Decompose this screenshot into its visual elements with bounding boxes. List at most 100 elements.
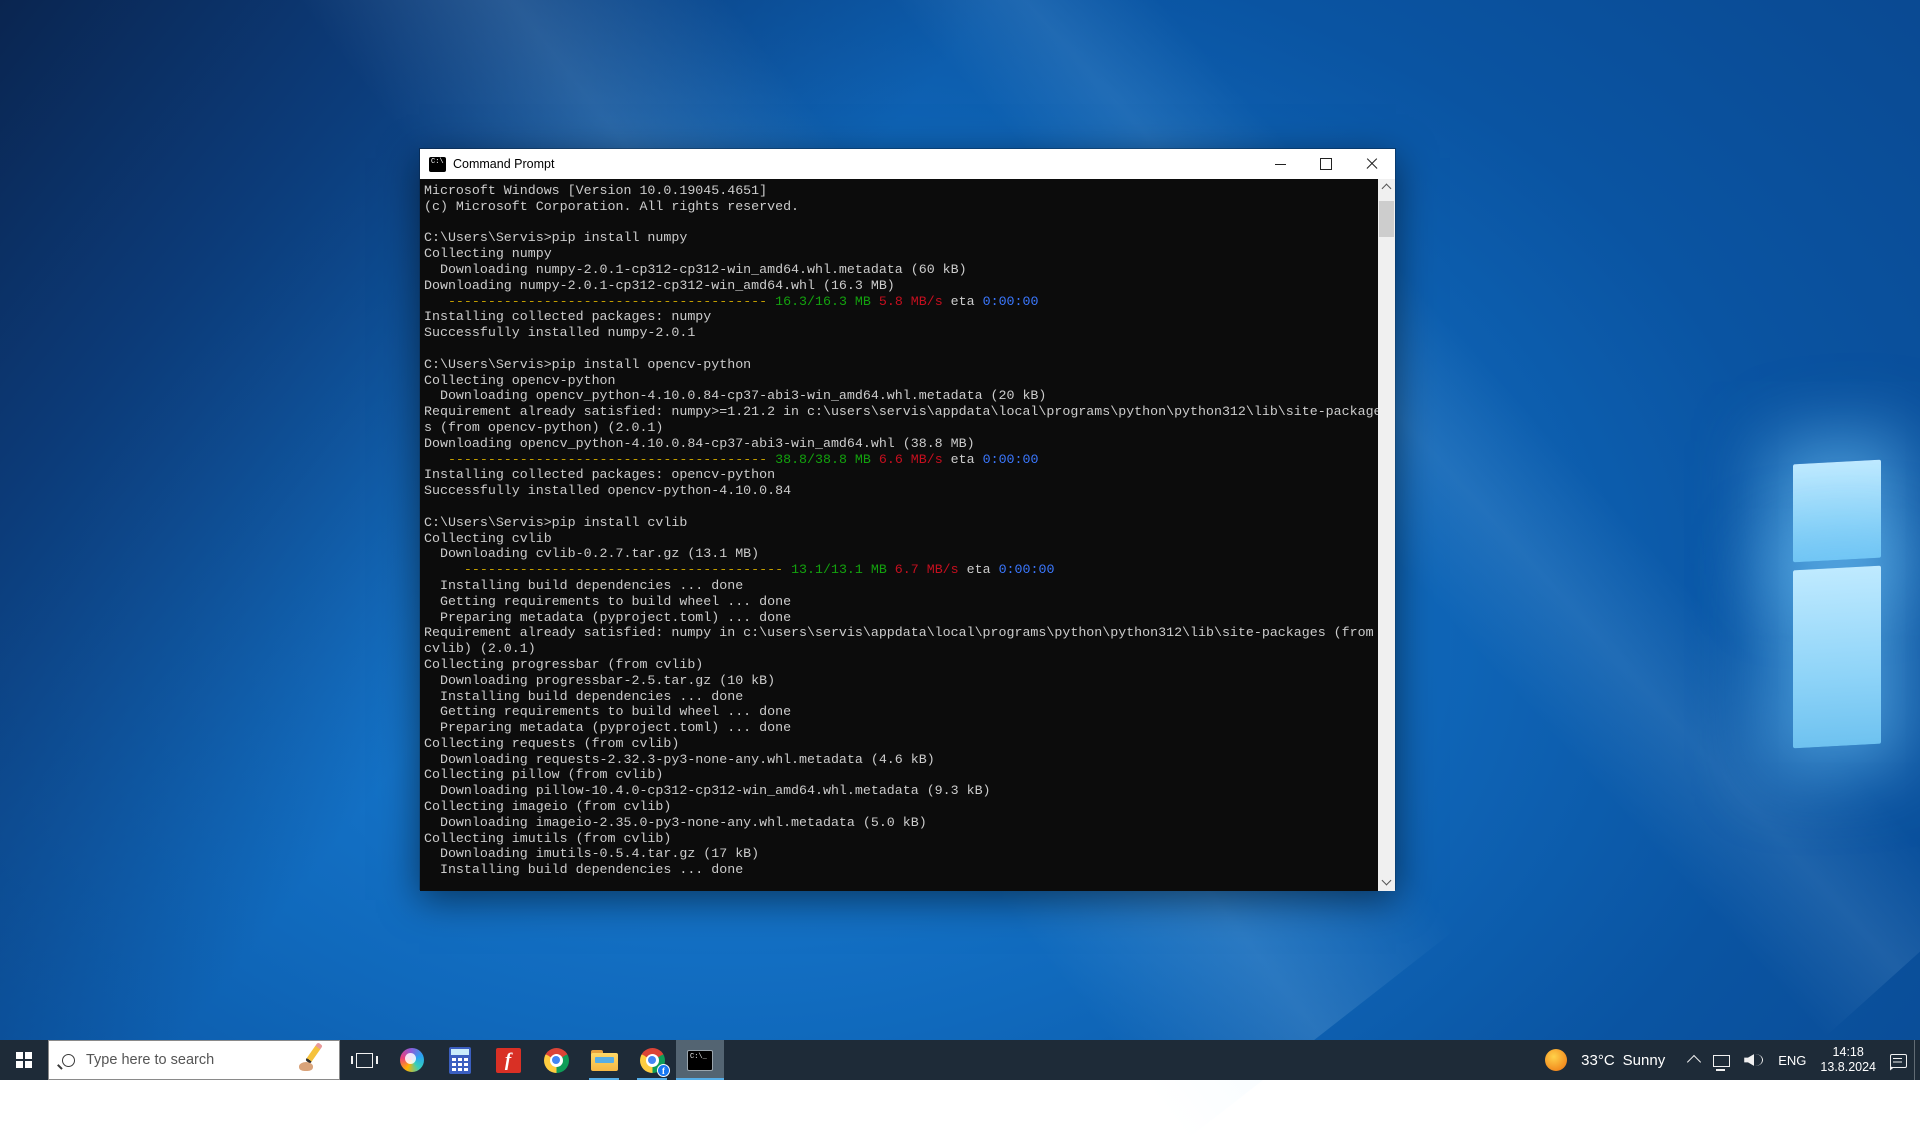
language-label: ENG bbox=[1778, 1053, 1806, 1068]
terminal-line: Collecting pillow (from cvlib) bbox=[424, 767, 1374, 783]
maximize-icon[interactable] bbox=[1303, 149, 1349, 179]
action-center-icon bbox=[1890, 1054, 1907, 1068]
file-explorer-icon bbox=[591, 1050, 618, 1071]
terminal-line: Getting requirements to build wheel ... … bbox=[424, 704, 1374, 720]
terminal-line: Requirement already satisfied: numpy>=1.… bbox=[424, 404, 1374, 420]
window-titlebar[interactable]: Command Prompt bbox=[420, 149, 1395, 179]
taskbar-app-file-explorer[interactable] bbox=[580, 1040, 628, 1080]
terminal-line: Installing collected packages: numpy bbox=[424, 309, 1374, 325]
console-area[interactable]: Microsoft Windows [Version 10.0.19045.46… bbox=[420, 179, 1395, 891]
terminal-line: Downloading cvlib-0.2.7.tar.gz (13.1 MB) bbox=[424, 546, 1374, 562]
system-tray: 33°C Sunny ENG 14:18 13.8.2024 bbox=[1538, 1040, 1920, 1080]
chrome-icon bbox=[544, 1048, 569, 1073]
terminal-line: Downloading opencv_python-4.10.0.84-cp37… bbox=[424, 436, 1374, 452]
vertical-scrollbar[interactable] bbox=[1378, 179, 1395, 891]
scroll-up-icon[interactable] bbox=[1378, 179, 1395, 196]
scroll-down-icon[interactable] bbox=[1378, 874, 1395, 891]
terminal-output: Microsoft Windows [Version 10.0.19045.46… bbox=[424, 183, 1374, 878]
terminal-line: Successfully installed numpy-2.0.1 bbox=[424, 325, 1374, 341]
terminal-line: Installing collected packages: opencv-py… bbox=[424, 467, 1374, 483]
terminal-line: cvlib) (2.0.1) bbox=[424, 641, 1374, 657]
weather-widget[interactable] bbox=[1538, 1040, 1574, 1080]
terminal-line: Collecting opencv-python bbox=[424, 373, 1374, 389]
terminal-line: s (from opencv-python) (2.0.1) bbox=[424, 420, 1374, 436]
weather-sun-icon bbox=[1545, 1049, 1567, 1071]
task-view-button[interactable] bbox=[340, 1040, 388, 1080]
chevron-up-icon bbox=[1687, 1055, 1701, 1069]
terminal-line: Collecting cvlib bbox=[424, 531, 1374, 547]
terminal-line: Successfully installed opencv-python-4.1… bbox=[424, 483, 1374, 499]
taskbar-app-calculator[interactable] bbox=[436, 1040, 484, 1080]
search-icon bbox=[62, 1054, 75, 1067]
terminal-line: Collecting requests (from cvlib) bbox=[424, 736, 1374, 752]
terminal-line: Preparing metadata (pyproject.toml) ... … bbox=[424, 720, 1374, 736]
clock-time: 14:18 bbox=[1820, 1045, 1876, 1060]
search-doodle-image bbox=[295, 1044, 335, 1076]
terminal-line: ----------------------------------------… bbox=[424, 452, 1374, 468]
taskbar-search[interactable] bbox=[48, 1040, 340, 1080]
weather-text[interactable]: 33°C Sunny bbox=[1574, 1040, 1672, 1080]
minimize-icon[interactable] bbox=[1257, 149, 1303, 179]
task-view-icon bbox=[356, 1053, 373, 1068]
terminal-line: Collecting numpy bbox=[424, 246, 1374, 262]
taskbar-app-command-prompt[interactable] bbox=[676, 1040, 724, 1080]
terminal-line: Microsoft Windows [Version 10.0.19045.46… bbox=[424, 183, 1374, 199]
terminal-line: C:\Users\Servis>pip install numpy bbox=[424, 230, 1374, 246]
terminal-line: Getting requirements to build wheel ... … bbox=[424, 594, 1374, 610]
terminal-line: Installing build dependencies ... done bbox=[424, 689, 1374, 705]
taskbar: 33°C Sunny ENG 14:18 13.8.2024 bbox=[0, 1040, 1920, 1080]
terminal-line: Downloading opencv_python-4.10.0.84-cp37… bbox=[424, 388, 1374, 404]
terminal-line: Downloading numpy-2.0.1-cp312-cp312-win_… bbox=[424, 278, 1374, 294]
network-icon bbox=[1713, 1055, 1730, 1067]
terminal-line: C:\Users\Servis>pip install cvlib bbox=[424, 515, 1374, 531]
show-desktop-button[interactable] bbox=[1914, 1040, 1920, 1080]
terminal-line: ----------------------------------------… bbox=[424, 294, 1374, 310]
terminal-line: (c) Microsoft Corporation. All rights re… bbox=[424, 199, 1374, 215]
command-prompt-icon bbox=[429, 157, 446, 172]
hidden-icons-button[interactable] bbox=[1682, 1040, 1706, 1080]
terminal-line: Requirement already satisfied: numpy in … bbox=[424, 625, 1374, 641]
search-input[interactable] bbox=[84, 1051, 295, 1069]
terminal-line: Downloading pillow-10.4.0-cp312-cp312-wi… bbox=[424, 783, 1374, 799]
weather-condition: Sunny bbox=[1623, 1052, 1666, 1069]
network-button[interactable] bbox=[1706, 1040, 1737, 1080]
terminal-line: C:\Users\Servis>pip install opencv-pytho… bbox=[424, 357, 1374, 373]
language-indicator[interactable]: ENG bbox=[1771, 1040, 1813, 1080]
terminal-line: Downloading imutils-0.5.4.tar.gz (17 kB) bbox=[424, 846, 1374, 862]
terminal-line bbox=[424, 499, 1374, 515]
terminal-line: Collecting progressbar (from cvlib) bbox=[424, 657, 1374, 673]
clock[interactable]: 14:18 13.8.2024 bbox=[1813, 1040, 1883, 1080]
action-center-button[interactable] bbox=[1883, 1040, 1914, 1080]
taskbar-app-facebook[interactable] bbox=[484, 1040, 532, 1080]
facebook-badge-icon bbox=[657, 1064, 670, 1077]
command-prompt-window: Command Prompt Microsoft Windows [Versio… bbox=[419, 148, 1396, 890]
terminal-line: Preparing metadata (pyproject.toml) ... … bbox=[424, 610, 1374, 626]
volume-icon bbox=[1744, 1052, 1764, 1068]
scrollbar-thumb[interactable] bbox=[1379, 201, 1394, 237]
terminal-line: Collecting imutils (from cvlib) bbox=[424, 831, 1374, 847]
terminal-line: Downloading numpy-2.0.1-cp312-cp312-win_… bbox=[424, 262, 1374, 278]
taskbar-app-chrome[interactable] bbox=[532, 1040, 580, 1080]
facebook-app-icon bbox=[496, 1048, 521, 1073]
taskbar-app-copilot[interactable] bbox=[388, 1040, 436, 1080]
terminal-line: Installing build dependencies ... done bbox=[424, 862, 1374, 878]
copilot-icon bbox=[400, 1048, 424, 1072]
close-icon[interactable] bbox=[1349, 149, 1395, 179]
terminal-line: Collecting imageio (from cvlib) bbox=[424, 799, 1374, 815]
wallpaper-window-pane bbox=[1793, 566, 1881, 749]
wallpaper-window-pane bbox=[1793, 460, 1881, 563]
taskbar-app-chrome-facebook[interactable] bbox=[628, 1040, 676, 1080]
calculator-icon bbox=[449, 1047, 471, 1074]
start-button[interactable] bbox=[0, 1040, 48, 1080]
terminal-line: Downloading requests-2.32.3-py3-none-any… bbox=[424, 752, 1374, 768]
terminal-line bbox=[424, 341, 1374, 357]
terminal-line bbox=[424, 215, 1374, 231]
volume-button[interactable] bbox=[1737, 1040, 1771, 1080]
terminal-line: ----------------------------------------… bbox=[424, 562, 1374, 578]
command-prompt-icon bbox=[687, 1050, 713, 1071]
weather-temperature: 33°C bbox=[1581, 1052, 1615, 1069]
terminal-line: Downloading imageio-2.35.0-py3-none-any.… bbox=[424, 815, 1374, 831]
clock-date: 13.8.2024 bbox=[1820, 1060, 1876, 1075]
terminal-line: Downloading progressbar-2.5.tar.gz (10 k… bbox=[424, 673, 1374, 689]
window-title: Command Prompt bbox=[453, 157, 1257, 171]
